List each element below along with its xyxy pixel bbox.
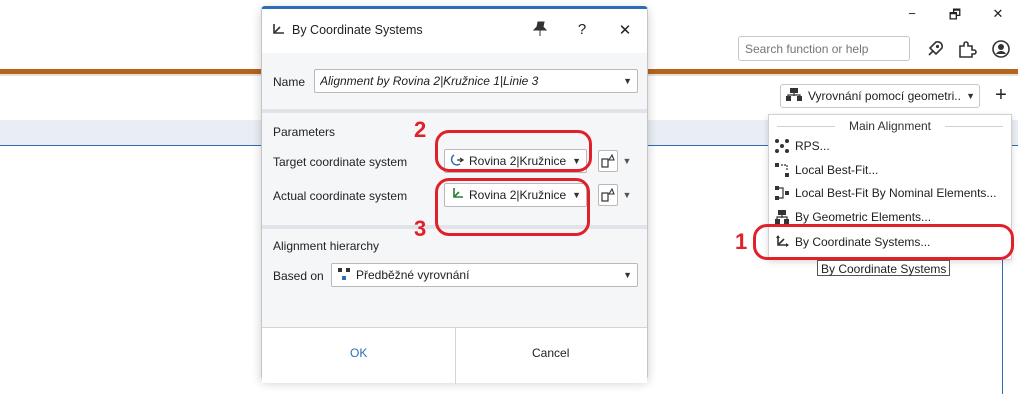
menu-item-local-bestfit-nominal[interactable]: Local Best-Fit By Nominal Elements... — [773, 182, 1009, 204]
chevron-down-icon: ▼ — [623, 270, 632, 280]
annotation-ring-3 — [435, 178, 590, 236]
based-on-label: Based on — [273, 269, 324, 283]
user-help-icon[interactable] — [990, 38, 1012, 60]
local-bestfit-icon — [773, 161, 791, 179]
parameters-header: Parameters — [273, 125, 336, 139]
annotation-number-1: 1 — [735, 229, 748, 254]
section-divider — [262, 109, 647, 113]
minimize-button[interactable]: − — [902, 6, 922, 21]
hierarchy-header: Alignment hierarchy — [273, 239, 380, 253]
alignment-icon — [785, 87, 803, 106]
chevron-down-icon[interactable]: ▼ — [620, 150, 634, 172]
pick-actual-button[interactable] — [598, 184, 618, 206]
chevron-down-icon[interactable]: ▼ — [620, 184, 634, 206]
search-input[interactable] — [738, 36, 910, 61]
menu-header: Main Alignment — [769, 119, 1011, 133]
name-field[interactable]: Alignment by Rovina 2|Kružnice 1|Linie 3… — [314, 69, 638, 93]
dialog-footer: OK Cancel — [262, 327, 647, 384]
puzzle-icon[interactable] — [956, 38, 978, 60]
help-button[interactable]: ? — [571, 21, 593, 41]
annotation-number-2: 2 — [414, 117, 427, 142]
menu-item-label: By Geometric Elements... — [795, 210, 932, 224]
annotation-ring-1 — [753, 224, 1014, 260]
annotation-number-3: 3 — [414, 216, 427, 241]
menu-item-local-bestfit[interactable]: Local Best-Fit... — [773, 159, 1009, 181]
name-label: Name — [273, 75, 306, 89]
rps-icon — [773, 137, 791, 155]
pin-icon[interactable] — [529, 21, 551, 41]
alignment-combo[interactable]: Vyrovnání pomocí geometri.. ▼ — [780, 84, 980, 108]
name-field-value: Alignment by Rovina 2|Kružnice 1|Linie 3 — [320, 74, 539, 88]
menu-item-label: Local Best-Fit... — [795, 163, 879, 177]
restore-button[interactable]: 🗗 — [945, 6, 965, 28]
tooltip: By Coordinate Systems — [817, 260, 951, 276]
chevron-down-icon: ▼ — [966, 91, 975, 101]
panel-border — [1002, 260, 1003, 394]
dialog-title: By Coordinate Systems — [292, 23, 423, 37]
local-bestfit-nominal-icon — [773, 184, 791, 202]
menu-item-label: Local Best-Fit By Nominal Elements... — [795, 186, 997, 200]
dialog-titlebar: By Coordinate Systems ? ✕ — [262, 9, 647, 53]
menu-item-label: RPS... — [795, 139, 830, 153]
coordinate-systems-icon — [270, 22, 286, 41]
cancel-button[interactable]: Cancel — [532, 346, 569, 360]
based-on-value: Předběžné vyrovnání — [356, 268, 470, 282]
add-alignment-button[interactable]: + — [990, 84, 1012, 108]
close-window-button[interactable]: ✕ — [988, 6, 1008, 22]
actual-label: Actual coordinate system — [273, 189, 408, 203]
annotation-ring-2 — [435, 130, 592, 172]
preliminary-alignment-icon — [337, 267, 351, 284]
pick-target-button[interactable] — [598, 150, 618, 172]
chevron-down-icon: ▼ — [623, 76, 632, 86]
menu-item-rps[interactable]: RPS... — [773, 135, 1009, 157]
alignment-combo-value: Vyrovnání pomocí geometri.. — [808, 89, 961, 103]
rocket-icon[interactable] — [924, 38, 946, 60]
based-on-select[interactable]: Předběžné vyrovnání ▼ — [331, 263, 638, 287]
ok-button[interactable]: OK — [350, 346, 367, 360]
footer-divider — [455, 328, 456, 384]
close-button[interactable]: ✕ — [614, 21, 636, 41]
target-label: Target coordinate system — [273, 155, 408, 169]
